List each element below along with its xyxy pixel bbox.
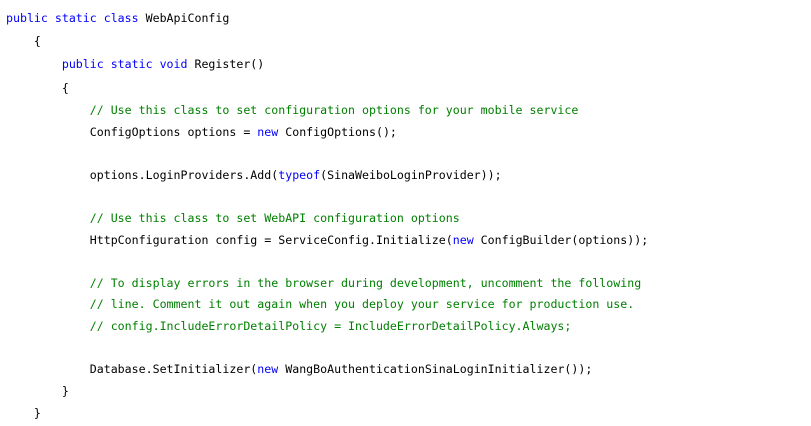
code-line-http-configuration: HttpConfiguration config = ServiceConfig… <box>89 233 649 247</box>
comment-text: // To display errors in the browser duri… <box>89 276 642 290</box>
keyword-public-static-void: public static void <box>61 57 188 71</box>
code-line-comment-deploy: // line. Comment it out again when you d… <box>6 296 634 312</box>
comment-text: // Use this class to set WebAPI configur… <box>89 211 460 225</box>
code-line-comment-errors: // To display errors in the browser duri… <box>6 275 641 291</box>
code-line-login-providers: options.LoginProviders.Add(typeof(SinaWe… <box>89 168 502 182</box>
code-line-config-options: ConfigOptions options = new ConfigOption… <box>89 125 397 139</box>
code-line-comment-webapi: // Use this class to set WebAPI configur… <box>6 210 460 226</box>
comment-text: // line. Comment it out again when you d… <box>89 297 635 311</box>
keyword-new: new <box>257 362 279 376</box>
code-line-comment-config-options: // Use this class to set configuration o… <box>6 102 579 118</box>
code-viewer: public static class WebApiConfig { publi… <box>0 0 811 426</box>
code-line-open-brace-method: { <box>6 81 69 95</box>
comment-text: // config.IncludeErrorDetailPolicy = Inc… <box>89 319 572 333</box>
code-line-comment-error-policy: // config.IncludeErrorDetailPolicy = Inc… <box>6 318 572 334</box>
keyword-new: new <box>257 125 279 139</box>
code-line-method-declaration: public static void Register() <box>6 56 264 72</box>
code-line-database-initializer: Database.SetInitializer(new WangBoAuthen… <box>89 362 593 376</box>
class-name: WebApiConfig <box>138 11 230 25</box>
keyword-new: new <box>452 233 474 247</box>
keyword-public-static-class: public static class <box>6 11 139 25</box>
keyword-typeof: typeof <box>278 168 321 182</box>
code-line-class-declaration: public static class WebApiConfig <box>6 10 229 26</box>
code-line-close-brace-class: } <box>6 406 41 420</box>
code-line-close-brace-method: } <box>6 384 69 398</box>
method-name: Register() <box>187 57 265 71</box>
code-line-open-brace-class: { <box>6 34 41 48</box>
comment-text: // Use this class to set configuration o… <box>89 103 579 117</box>
